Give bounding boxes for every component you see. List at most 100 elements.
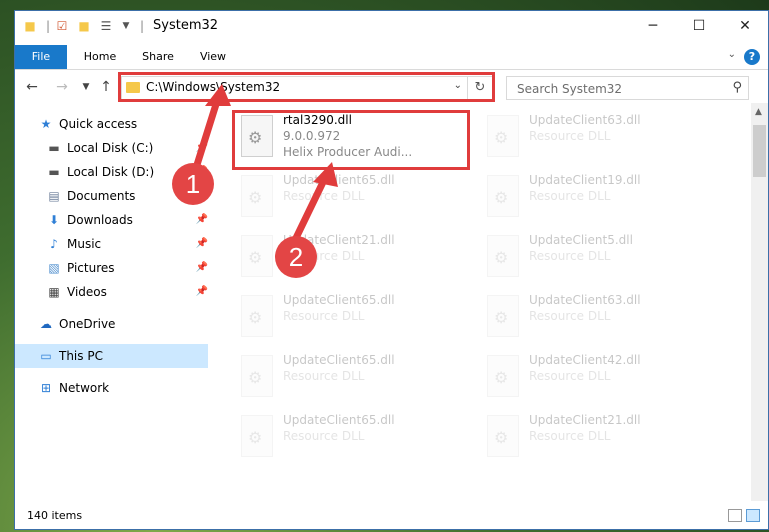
file-item[interactable]: ⚙ UpdateClient42.dll Resource DLL <box>481 351 711 405</box>
dll-file-icon: ⚙ <box>487 415 519 457</box>
tab-home[interactable]: Home <box>75 45 125 69</box>
tab-view[interactable]: View <box>191 45 235 69</box>
sidebar-item-quick-access[interactable]: ★ Quick access <box>15 112 208 136</box>
file-description: Resource DLL <box>283 369 365 383</box>
separator-icon: | <box>139 19 145 33</box>
file-name: UpdateClient5.dll <box>529 233 633 247</box>
details-view-icon[interactable] <box>728 509 742 522</box>
maximize-button[interactable]: ☐ <box>676 11 722 41</box>
dll-file-icon: ⚙ <box>241 295 273 337</box>
scroll-up-icon[interactable]: ▲ <box>755 107 762 117</box>
sidebar-item-downloads[interactable]: ⬇ Downloads 📌 <box>15 208 208 232</box>
recent-locations-chevron-icon[interactable]: ▼ <box>77 78 95 96</box>
pin-icon[interactable]: 📌 <box>196 256 208 280</box>
address-highlight-box <box>118 72 495 102</box>
up-arrow-icon[interactable]: ↑ <box>97 78 115 96</box>
gear-icon: ⚙ <box>248 188 263 207</box>
vertical-scrollbar[interactable]: ▲ <box>751 103 768 501</box>
dll-file-icon: ⚙ <box>241 175 273 217</box>
tab-file[interactable]: File <box>15 45 67 69</box>
folder-icon: ■ <box>24 19 36 33</box>
customize-toolbar-icon[interactable]: ☰ <box>99 19 113 33</box>
window-title: System32 <box>153 18 219 33</box>
file-item[interactable]: ⚙ UpdateClient5.dll Resource DLL <box>481 231 711 285</box>
pin-icon[interactable]: 📌 <box>196 232 208 256</box>
file-name: UpdateClient63.dll <box>529 293 641 307</box>
star-icon: ★ <box>40 117 52 131</box>
file-description: Resource DLL <box>529 129 611 143</box>
file-description: Resource DLL <box>529 309 611 323</box>
dll-file-icon: ⚙ <box>241 415 273 457</box>
file-item[interactable]: ⚙ UpdateClient21.dll Resource DLL <box>235 231 465 285</box>
separator-icon: | <box>45 19 51 33</box>
file-item[interactable]: ⚙ UpdateClient65.dll Resource DLL <box>235 171 465 225</box>
search-box[interactable]: ⚲ <box>506 76 749 100</box>
file-item[interactable]: ⚙ UpdateClient19.dll Resource DLL <box>481 171 711 225</box>
gear-icon: ⚙ <box>494 128 509 147</box>
status-bar: 140 items <box>15 503 768 529</box>
search-icon[interactable]: ⚲ <box>732 80 742 95</box>
file-name: UpdateClient65.dll <box>283 353 395 367</box>
file-item[interactable]: ⚙ UpdateClient65.dll Resource DLL <box>235 351 465 405</box>
properties-icon[interactable]: ☑ <box>55 19 69 33</box>
gear-icon: ⚙ <box>248 368 263 387</box>
download-icon: ⬇ <box>48 213 60 227</box>
tab-share[interactable]: Share <box>133 45 183 69</box>
pin-icon[interactable]: 📌 <box>196 208 208 232</box>
sidebar-item-local-disk-c[interactable]: ▬ Local Disk (C:) 📌 <box>15 136 208 160</box>
chevron-down-icon[interactable]: ▼ <box>119 19 133 33</box>
file-name: UpdateClient19.dll <box>529 173 641 187</box>
gear-icon: ⚙ <box>494 308 509 327</box>
sidebar-item-videos[interactable]: ▦ Videos 📌 <box>15 280 208 304</box>
sidebar-item-network[interactable]: ⊞ Network <box>15 376 208 400</box>
new-folder-icon[interactable]: ■ <box>77 19 91 33</box>
help-icon[interactable]: ? <box>744 49 760 65</box>
sidebar-item-label: Pictures <box>67 261 115 275</box>
sidebar-item-label: Network <box>59 381 110 395</box>
gear-icon: ⚙ <box>494 248 509 267</box>
dll-file-icon: ⚙ <box>487 115 519 157</box>
file-description: Resource DLL <box>283 189 365 203</box>
back-arrow-icon[interactable]: ← <box>23 78 41 96</box>
sidebar-item-this-pc[interactable]: ▭ This PC <box>15 344 208 368</box>
chevron-down-icon[interactable]: ⌄ <box>728 49 736 60</box>
sidebar-item-music[interactable]: ♪ Music 📌 <box>15 232 208 256</box>
sidebar-item-label: This PC <box>59 349 103 363</box>
file-name: UpdateClient63.dll <box>529 113 641 127</box>
gear-icon: ⚙ <box>494 188 509 207</box>
drive-icon: ▬ <box>48 165 60 179</box>
step-1-badge: 1 <box>172 163 214 205</box>
sidebar-item-label: Local Disk (D:) <box>67 165 155 179</box>
file-item[interactable]: ⚙ UpdateClient65.dll Resource DLL <box>235 291 465 345</box>
videos-icon: ▦ <box>48 285 60 299</box>
music-icon: ♪ <box>50 237 58 251</box>
file-item[interactable]: ⚙ UpdateClient65.dll Resource DLL <box>235 411 465 465</box>
sidebar-item-label: OneDrive <box>59 317 116 331</box>
file-name: UpdateClient21.dll <box>529 413 641 427</box>
sidebar-item-label: Local Disk (C:) <box>67 141 154 155</box>
file-description: Resource DLL <box>529 189 611 203</box>
gear-icon: ⚙ <box>248 308 263 327</box>
file-item[interactable]: ⚙ UpdateClient21.dll Resource DLL <box>481 411 711 465</box>
sidebar-item-pictures[interactable]: ▧ Pictures 📌 <box>15 256 208 280</box>
dll-file-icon: ⚙ <box>487 295 519 337</box>
scrollbar-thumb[interactable] <box>753 125 766 177</box>
cloud-icon: ☁ <box>40 317 52 331</box>
file-item[interactable]: ⚙ UpdateClient63.dll Resource DLL <box>481 291 711 345</box>
file-description: Resource DLL <box>529 249 611 263</box>
documents-icon: ▤ <box>48 189 60 203</box>
drive-icon: ▬ <box>48 141 60 155</box>
search-input[interactable] <box>515 80 719 98</box>
file-item[interactable]: ⚙ UpdateClient63.dll Resource DLL <box>481 111 711 165</box>
file-name: UpdateClient42.dll <box>529 353 641 367</box>
forward-arrow-icon[interactable]: → <box>53 78 71 96</box>
title-bar: ■ | ☑ ■ ☰ ▼ | System32 ─ ☐ ✕ <box>15 11 768 41</box>
file-description: Resource DLL <box>529 429 611 443</box>
pin-icon[interactable]: 📌 <box>196 280 208 304</box>
minimize-button[interactable]: ─ <box>630 11 676 41</box>
sidebar-item-onedrive[interactable]: ☁ OneDrive <box>15 312 208 336</box>
file-name: UpdateClient65.dll <box>283 173 395 187</box>
pin-icon[interactable]: 📌 <box>196 136 208 160</box>
close-button[interactable]: ✕ <box>722 11 768 41</box>
large-icons-view-icon[interactable] <box>746 509 760 522</box>
